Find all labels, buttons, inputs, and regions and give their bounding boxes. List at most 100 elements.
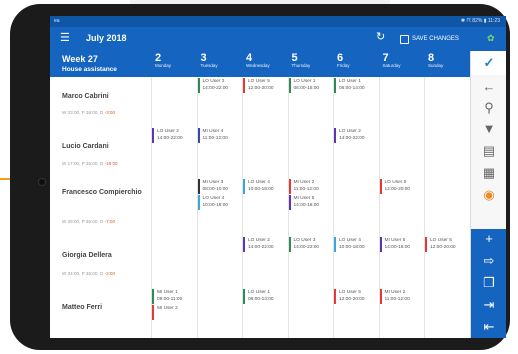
shift-block[interactable]: LO User 2 14:00-22:00: [152, 128, 195, 143]
login-icon[interactable]: ⇨: [471, 251, 506, 271]
sidebar-action-group: + ⇨ ❐ ⇥ ⇤: [471, 229, 506, 338]
shift-block[interactable]: LO User 1 06:00-14:00: [334, 78, 377, 93]
shift-block[interactable]: MI User 5 14:00-16:00: [379, 237, 422, 252]
employee-name: Marco Cabrini: [62, 93, 109, 100]
copy-icon[interactable]: ❐: [471, 273, 506, 293]
shift-time: 14:00-22:00: [157, 136, 183, 141]
shift-block[interactable]: LO User 3 14:00-22:00: [288, 237, 331, 252]
shift-time: 14:00-22:00: [248, 245, 274, 250]
day-header[interactable]: 7 Saturday: [383, 52, 427, 68]
shift-user: LO User 3: [202, 79, 225, 84]
hours-difference: -2:00: [104, 271, 116, 276]
weekday-label: Sunday: [428, 63, 444, 68]
day-header[interactable]: 3 Tuesday: [201, 52, 245, 68]
week-label: Week 27: [62, 54, 98, 64]
tablet-frame: ea ✱ ☈ 82% ▮ 11:23 ☰ July 2018 ↻ SAVE CH…: [10, 4, 510, 350]
shift-user: MI User 5: [384, 238, 406, 243]
shift-time: 11:00-12:00: [384, 297, 410, 302]
hours-summary: W 29:00, P 36:00, D -7:00: [62, 219, 116, 224]
shift-time: 10:00-18:00: [202, 203, 229, 208]
employee-name: Matteo Ferri: [62, 304, 103, 311]
employee-name: Francesco Compierchio: [62, 189, 142, 196]
shift-block[interactable]: LO User 5 12:00-20:00: [243, 78, 286, 93]
shift-block[interactable]: LO User 2 14:00-22:00: [334, 128, 377, 143]
shift-time: 08:00-10:00: [202, 187, 229, 192]
shift-block[interactable]: LO User 1 06:00-15:00: [288, 78, 331, 93]
shift-user: MI User 2: [157, 306, 178, 311]
shift-user: LO User 2: [339, 129, 361, 134]
shift-time: 12:00-20:00: [248, 86, 274, 91]
weekday-label: Monday: [155, 63, 172, 68]
shift-time: 11:00-12:00: [202, 136, 228, 141]
day-header[interactable]: 2 Monday: [155, 52, 199, 68]
hours-summary: W 34:00, P 36:00, D -2:00: [62, 271, 116, 276]
hours-summary: W 17:00, P 36:00, D -19:00: [62, 161, 118, 166]
export-icon[interactable]: ⇤: [471, 317, 506, 337]
shift-block[interactable]: MI User 3 08:00-10:00: [197, 179, 240, 194]
shift-block[interactable]: MI User 1 09:00-11:00: [152, 289, 195, 304]
list-calendar-icon[interactable]: ▦: [471, 163, 506, 183]
eye-icon[interactable]: ◉: [471, 185, 506, 205]
shift-user: MI User 2: [293, 180, 315, 185]
employee-name: Lucio Cardani: [62, 143, 109, 150]
shift-user: LO User 4: [339, 238, 361, 243]
shift-block[interactable]: LO User 4 10:00-18:00: [197, 195, 240, 210]
shift-time: 09:00-11:00: [157, 297, 183, 302]
shift-user: LO User 1: [248, 290, 270, 295]
shift-block[interactable]: MI User 5 14:00-16:00: [288, 195, 331, 210]
action-sidebar: ✓ ← ⚲ ▼ ▤ ▦ ◉ + ⇨ ❐ ⇥ ⇤: [470, 51, 506, 338]
shift-user: MI User 1: [157, 290, 178, 295]
save-changes-button[interactable]: SAVE CHANGES: [400, 33, 459, 45]
shift-time: 06:00-14:00: [339, 86, 365, 91]
save-icon: [400, 34, 409, 44]
weekday-label: Tuesday: [200, 63, 218, 68]
shift-user: LO User 5: [430, 238, 452, 243]
refresh-icon[interactable]: ↻: [376, 32, 385, 43]
add-icon[interactable]: +: [471, 229, 506, 249]
weekday-label: Thursday: [291, 63, 311, 68]
shift-block[interactable]: MI User 2: [152, 305, 195, 320]
employee-row[interactable]: Lucio Cardani W 17:00, P 36:00, D -19:00: [50, 127, 470, 179]
shift-block[interactable]: LO User 5 12:00-20:00: [334, 289, 377, 304]
hours-difference: -3:00: [104, 110, 116, 115]
shift-user: LO User 4: [248, 180, 270, 185]
shift-block[interactable]: MI User 2 11:00-12:00: [379, 289, 422, 304]
shift-block[interactable]: LO User 5 12:00-20:00: [379, 179, 422, 194]
import-icon[interactable]: ⇥: [471, 295, 506, 315]
shift-block[interactable]: LO User 3 14:00-22:00: [197, 78, 240, 93]
shift-user: LO User 4: [202, 196, 225, 201]
arrow-left-icon[interactable]: ←: [471, 77, 506, 97]
shift-time: 14:00-16:00: [384, 245, 411, 250]
shift-block[interactable]: MI User 4 11:00-12:00: [197, 128, 240, 143]
shift-time: 10:00-18:00: [248, 187, 274, 192]
shift-time: 14:00-22:00: [293, 245, 320, 250]
shift-block[interactable]: LO User 5 12:00-20:00: [425, 237, 468, 252]
day-header[interactable]: 8 Sunday: [428, 52, 472, 68]
shift-block[interactable]: LO User 4 10:00-18:00: [334, 237, 377, 252]
status-right: ✱ ☈ 82% ▮ 11:23: [460, 18, 500, 24]
hours-difference: -19:00: [104, 161, 118, 166]
leaf-icon[interactable]: ✿: [487, 33, 495, 44]
shift-block[interactable]: LO User 2 14:00-22:00: [243, 237, 286, 252]
checkmark-icon[interactable]: ✓: [471, 51, 506, 75]
search-icon[interactable]: ⚲: [471, 98, 506, 118]
shift-block[interactable]: LO User 4 10:00-18:00: [243, 179, 286, 194]
shift-block[interactable]: LO User 1 06:00-14:00: [243, 289, 286, 304]
day-header[interactable]: 6 Friday: [337, 52, 381, 68]
day-header[interactable]: 4 Wednesday: [246, 52, 290, 68]
filter-icon[interactable]: ▼: [471, 119, 506, 139]
shift-block[interactable]: MI User 2 11:00-12:00: [288, 179, 331, 194]
weekday-label: Friday: [337, 63, 350, 68]
calendar-icon[interactable]: ▤: [471, 141, 506, 161]
menu-icon[interactable]: ☰: [60, 33, 70, 44]
hours-summary: W 33:00, P 36:00, D -3:00: [62, 110, 116, 115]
weekday-label: Wednesday: [246, 63, 270, 68]
month-title: July 2018: [86, 33, 127, 43]
app-screen: ea ✱ ☈ 82% ▮ 11:23 ☰ July 2018 ↻ SAVE CH…: [50, 16, 506, 338]
weekday-label: Saturday: [382, 63, 401, 68]
schedule-grid: Marco Cabrini W 33:00, P 36:00, D -3:00 Lu…: [50, 77, 470, 338]
week-header: Week 27 House assistance 2 Monday 3 Tuesday…: [50, 51, 470, 77]
day-header[interactable]: 5 Thursday: [292, 52, 336, 68]
shift-user: LO User 5: [339, 290, 361, 295]
shift-user: LO User 1: [339, 79, 361, 84]
